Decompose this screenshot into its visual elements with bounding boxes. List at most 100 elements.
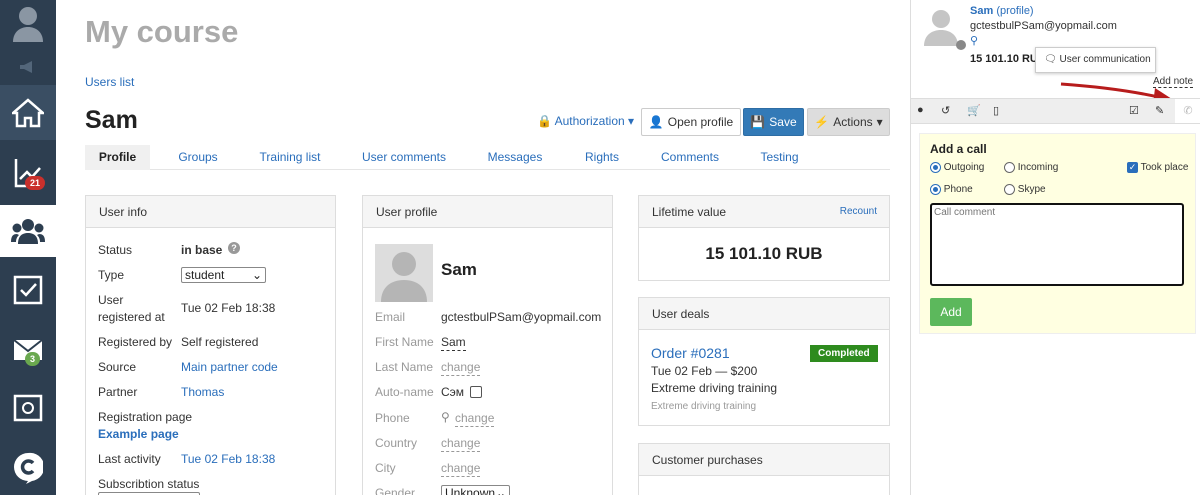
phone-radio[interactable]: Phone [930,184,973,195]
floppy-icon: 💾 [750,115,766,129]
status-value: in base [181,243,223,257]
user-name-heading: Sam [85,106,138,134]
user-profile-header: User profile [363,196,612,228]
partner-label: Partner [98,385,138,399]
tasks-icon[interactable] [0,262,56,317]
phone-icon[interactable]: ✆ [1175,99,1200,123]
radio-selected [930,184,941,195]
city-label: City [375,461,396,475]
tab-user-comments[interactable]: User comments [353,145,455,170]
megaphone-icon[interactable] [0,56,56,78]
tab-rights[interactable]: Rights [577,145,627,170]
user-info-panel: User info Status in base ? Type student ⌄… [85,195,336,495]
user-deals-panel: User deals Order #0281 Completed Tue 02 … [638,297,890,426]
order-link[interactable]: Order #0281 [651,346,730,361]
phone-change[interactable]: change [455,411,495,427]
caret-down-icon: ▾ [628,114,635,128]
home-icon[interactable] [0,85,56,140]
pencil-icon[interactable]: ✎ [1155,104,1164,117]
avatar [375,244,433,302]
incoming-radio[interactable]: Incoming [1004,162,1058,173]
user-profile-panel: User profile Sam Email gctestbulPSam@yop… [362,195,613,495]
took-place-checkbox[interactable]: ✓ Took place [1127,162,1188,173]
skype-label: Skype [1017,184,1046,196]
status-label: Status [98,243,133,257]
auto-name-checkbox[interactable] [470,386,482,398]
help-icon[interactable]: ? [228,242,240,254]
type-label: Type [98,268,125,282]
tab-messages[interactable]: Messages [475,145,555,170]
chat-icon: 🗨 [1044,54,1057,65]
contact-profile-link[interactable]: (profile) [996,5,1033,17]
save-label: Save [769,115,797,129]
incoming-label: Incoming [1017,162,1059,174]
last-name-change[interactable]: change [441,360,481,376]
users-icon[interactable] [0,205,56,257]
first-name-value[interactable]: Sam [441,335,466,351]
auto-name-value: Сэм [441,385,465,399]
user-icon[interactable]: ● [917,104,924,116]
outgoing-radio[interactable]: Outgoing [930,162,984,173]
left-sidebar: 21 3 [0,0,56,495]
country-change[interactable]: change [441,436,481,452]
took-place-label: Took place [1140,162,1189,174]
stats-icon[interactable]: 21 [0,145,56,200]
avatar [921,6,961,46]
checkmark-icon: ✓ [1127,162,1138,173]
save-button[interactable]: 💾 Save [743,108,804,136]
contact-name-link[interactable]: Sam [970,5,993,17]
authorization-dropdown[interactable]: 🔒 Authorization ▾ [537,114,634,128]
registered-label-line2: registered at [98,310,165,324]
add-call-button[interactable]: Add [930,298,972,326]
mail-badge: 3 [25,352,41,366]
history-icon[interactable]: ↺ [941,104,950,117]
search-icon[interactable]: ⚲ [970,34,978,47]
skype-radio[interactable]: Skype [1004,184,1046,195]
city-change[interactable]: change [441,461,481,477]
actions-dropdown[interactable]: ⚡ Actions ▾ [807,108,890,136]
radio-unselected [1004,162,1015,173]
mobile-icon[interactable]: ▯ [993,104,999,117]
open-profile-button[interactable]: 👤 Open profile [641,108,741,136]
phone-label: Phone [375,411,410,425]
page-title: My course [85,14,239,49]
recount-link[interactable]: Recount [840,196,877,228]
gender-select[interactable]: Unknown ⌄ [441,485,510,495]
search-icon: ⚲ [441,410,450,424]
customer-purchases-header: Customer purchases [639,444,889,476]
country-label: Country [375,436,418,450]
add-call-title: Add a call [930,142,987,156]
tab-training-list[interactable]: Training list [250,145,330,170]
main-content: My course Users list Sam 🔒 Authorization… [56,0,910,495]
type-select[interactable]: student ⌄ [181,267,266,283]
safe-icon[interactable] [0,382,56,434]
tab-groups[interactable]: Groups [168,145,228,170]
radio-selected [930,162,941,173]
tab-testing[interactable]: Testing [752,145,807,170]
tab-comments[interactable]: Comments [650,145,730,170]
tab-profile[interactable]: Profile [85,145,150,170]
email-value: gctestbulPSam@yopmail.com [441,310,602,324]
breadcrumb-users-list[interactable]: Users list [85,75,134,89]
call-comment-textarea[interactable]: Call comment [930,203,1184,286]
stats-badge: 21 [25,176,46,190]
phone-label: Phone [943,184,973,196]
checkbox-icon[interactable]: ☑ [1129,104,1139,117]
source-link[interactable]: Main partner code [181,360,278,375]
deal-date-price: Tue 02 Feb — $200 [651,364,758,378]
last-activity-link[interactable]: Tue 02 Feb 18:38 [181,452,275,467]
cart-icon[interactable]: 🛒 [967,104,981,117]
mail-icon[interactable]: 3 [0,322,56,377]
partner-link[interactable]: Thomas [181,385,224,400]
chevron-down-icon: ⌄ [495,486,506,495]
bolt-icon: ⚡ [814,115,830,129]
registration-page-label: Registration page [98,410,193,424]
user-icon: 👤 [648,115,664,129]
auto-name-label: Auto-name [375,385,434,399]
lifetime-value-header: Lifetime value Recount [639,196,889,228]
email-label: Email [375,310,406,324]
lock-icon: 🔒 [537,114,552,128]
avatar-icon[interactable] [0,0,56,46]
registration-page-link[interactable]: Example page [98,427,179,442]
getcourse-logo-icon[interactable] [0,440,56,495]
